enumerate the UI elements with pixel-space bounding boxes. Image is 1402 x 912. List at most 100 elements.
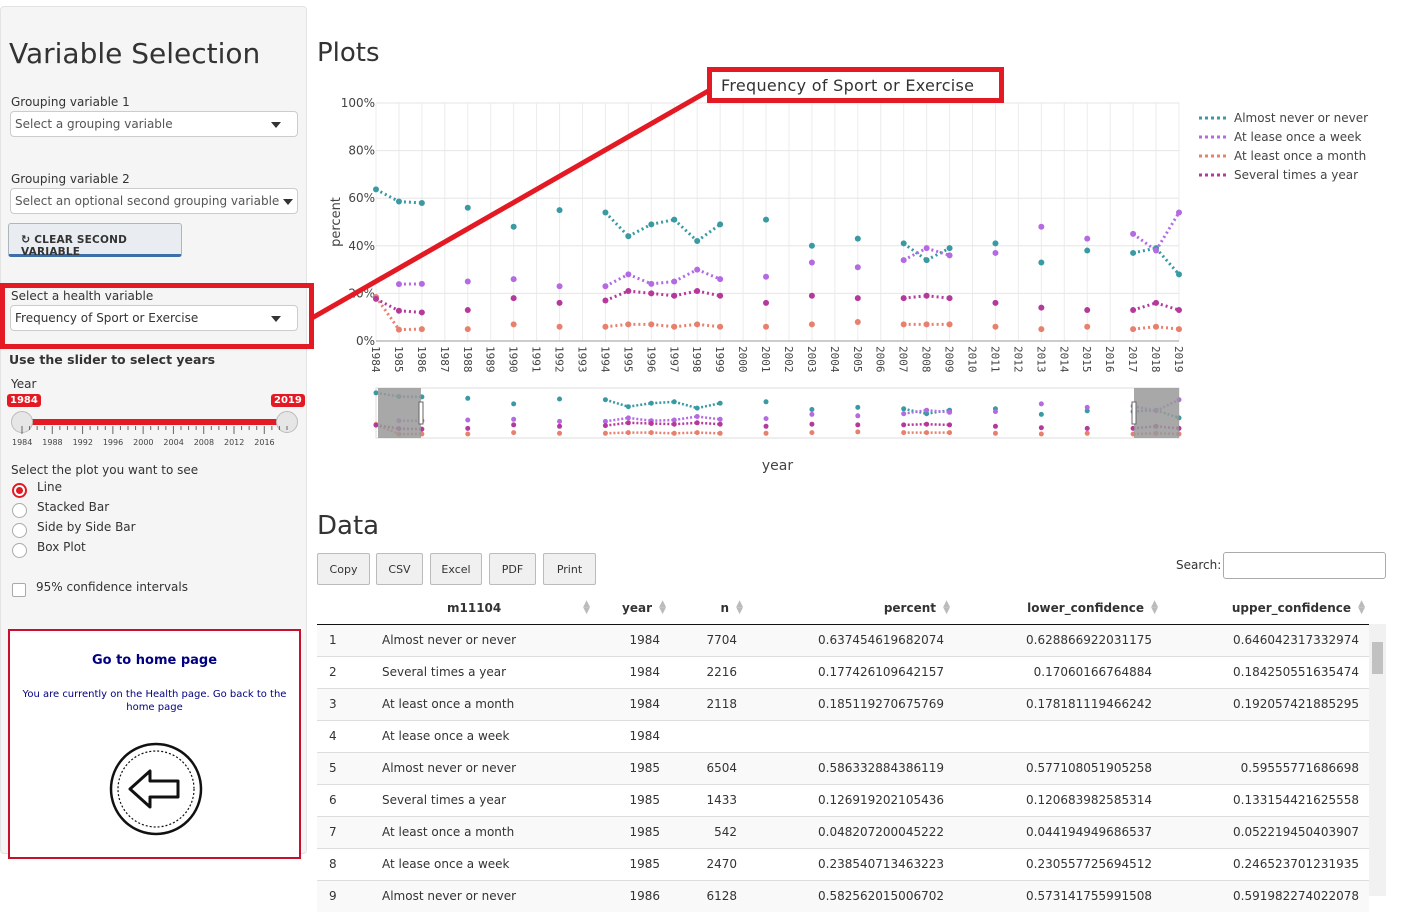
table-cell: 6128	[670, 880, 747, 912]
pdf-button[interactable]: PDF	[489, 553, 536, 585]
table-row[interactable]: 3At least once a month198421180.18511927…	[317, 688, 1369, 720]
range-data-point	[947, 422, 952, 427]
range-data-point	[465, 426, 470, 431]
table-cell: 7704	[670, 624, 747, 656]
data-point	[763, 274, 769, 280]
home-page-text: You are currently on the Health page. Go…	[22, 688, 287, 714]
column-header-m11104[interactable]: m11104▲▼	[372, 592, 594, 624]
data-point	[511, 295, 517, 301]
copy-button[interactable]: Copy	[317, 553, 370, 585]
table-cell	[747, 720, 954, 752]
slider-ticks	[0, 426, 307, 438]
range-data-point	[901, 406, 906, 411]
range-data-point	[557, 397, 562, 402]
range-data-point	[764, 431, 769, 436]
column-header-year[interactable]: year▲▼	[594, 592, 670, 624]
data-point	[671, 217, 677, 223]
range-data-point	[993, 424, 998, 429]
x-tick-label: 2011	[988, 346, 1001, 373]
data-point	[901, 295, 907, 301]
print-button[interactable]: Print	[543, 553, 596, 585]
data-point	[671, 279, 677, 285]
x-tick-label: 2016	[1103, 346, 1116, 373]
csv-button[interactable]: CSV	[376, 553, 423, 585]
line-chart[interactable]: 0%20%40%60%80%100%percent198419851986198…	[317, 80, 1387, 480]
x-tick-label: 2002	[782, 346, 795, 373]
x-tick-label: 1995	[621, 346, 634, 373]
column-header-n[interactable]: n▲▼	[670, 592, 747, 624]
table-row[interactable]: 2Several times a year198422160.177426109…	[317, 656, 1369, 688]
radio-stacked-bar[interactable]	[12, 503, 27, 518]
legend-label: At least once a month	[1234, 149, 1366, 163]
range-data-point	[1085, 426, 1090, 431]
data-point	[373, 296, 379, 302]
range-data-point	[374, 423, 379, 428]
x-tick-label: 2003	[805, 346, 818, 373]
x-tick-label: 1992	[553, 346, 566, 373]
series-line-segment	[399, 202, 422, 203]
health-variable-select[interactable]: Frequency of Sport or Exercise	[10, 305, 298, 331]
data-point	[717, 293, 723, 299]
data-point	[1084, 248, 1090, 254]
table-cell: 6	[317, 784, 372, 816]
slider-tick-label: 1988	[42, 438, 62, 447]
x-tick-label: 1996	[644, 346, 657, 373]
data-point	[419, 281, 425, 287]
x-tick-label: 1984	[369, 346, 382, 373]
plot-type-label: Select the plot you want to see	[11, 463, 198, 477]
column-header-percent[interactable]: percent▲▼	[747, 592, 954, 624]
table-row[interactable]: 8At lease once a week198524700.238540713…	[317, 848, 1369, 880]
grouping-variable-2-select[interactable]: Select an optional second grouping varia…	[10, 188, 298, 214]
clear-second-variable-button[interactable]: ↻ CLEAR SECOND VARIABLE	[8, 223, 182, 257]
radio-side-by-side-bar[interactable]	[12, 523, 27, 538]
callout-box: Frequency of Sport or Exercise	[707, 67, 1004, 103]
table-cell: 0.637454619682074	[747, 624, 954, 656]
range-data-point	[924, 408, 929, 413]
grouping-variable-1-select[interactable]: Select a grouping variable	[10, 111, 298, 137]
radio-line[interactable]	[12, 483, 27, 498]
back-arrow-icon[interactable]	[108, 741, 204, 837]
range-data-point	[695, 406, 700, 411]
data-point	[809, 243, 815, 249]
range-data-point	[901, 422, 906, 427]
excel-button[interactable]: Excel	[430, 553, 482, 585]
range-mask-left	[378, 388, 421, 438]
radio-box-plot[interactable]	[12, 543, 27, 558]
table-cell: Several times a year	[372, 784, 594, 816]
series-line-segment	[376, 189, 399, 201]
table-cell: At lease once a week	[372, 848, 594, 880]
confidence-intervals-checkbox[interactable]	[12, 583, 26, 597]
table-cell: 2	[317, 656, 372, 688]
table-row[interactable]: 6Several times a year198514330.126919202…	[317, 784, 1369, 816]
table-cell	[670, 720, 747, 752]
data-point	[1176, 209, 1182, 215]
data-point	[511, 224, 517, 230]
range-data-point	[764, 399, 769, 404]
table-row[interactable]: 5Almost never or never198565040.58633288…	[317, 752, 1369, 784]
table-cell: 0.582562015006702	[747, 880, 954, 912]
table-row[interactable]: 7At least once a month19855420.048207200…	[317, 816, 1369, 848]
slider-tick-label: 2008	[194, 438, 214, 447]
x-tick-label: 1997	[667, 346, 680, 373]
data-point	[924, 245, 930, 251]
table-cell: 9	[317, 880, 372, 912]
data-point	[1176, 307, 1182, 313]
table-cell: 5	[317, 752, 372, 784]
scrollbar-thumb[interactable]	[1372, 642, 1383, 674]
series-line-segment	[674, 270, 697, 282]
data-point	[557, 324, 563, 330]
table-row[interactable]: 1Almost never or never198477040.63745461…	[317, 624, 1369, 656]
table-cell: 1985	[594, 816, 670, 848]
home-page-title[interactable]: Go to home page	[10, 653, 299, 668]
column-header-lower-confidence[interactable]: lower_confidence▲▼	[954, 592, 1162, 624]
x-tick-label: 2001	[759, 346, 772, 373]
column-header-upper-confidence[interactable]: upper_confidence▲▼	[1162, 592, 1369, 624]
table-cell: 0.126919202105436	[747, 784, 954, 816]
series-line-segment	[674, 220, 697, 241]
table-scrollbar[interactable]	[1369, 624, 1386, 896]
table-row[interactable]: 9Almost never or never198661280.58256201…	[317, 880, 1369, 912]
data-point	[625, 233, 631, 239]
search-input[interactable]	[1223, 552, 1386, 579]
year-slider-track[interactable]	[22, 419, 287, 425]
table-row[interactable]: 4At lease once a week1984	[317, 720, 1369, 752]
